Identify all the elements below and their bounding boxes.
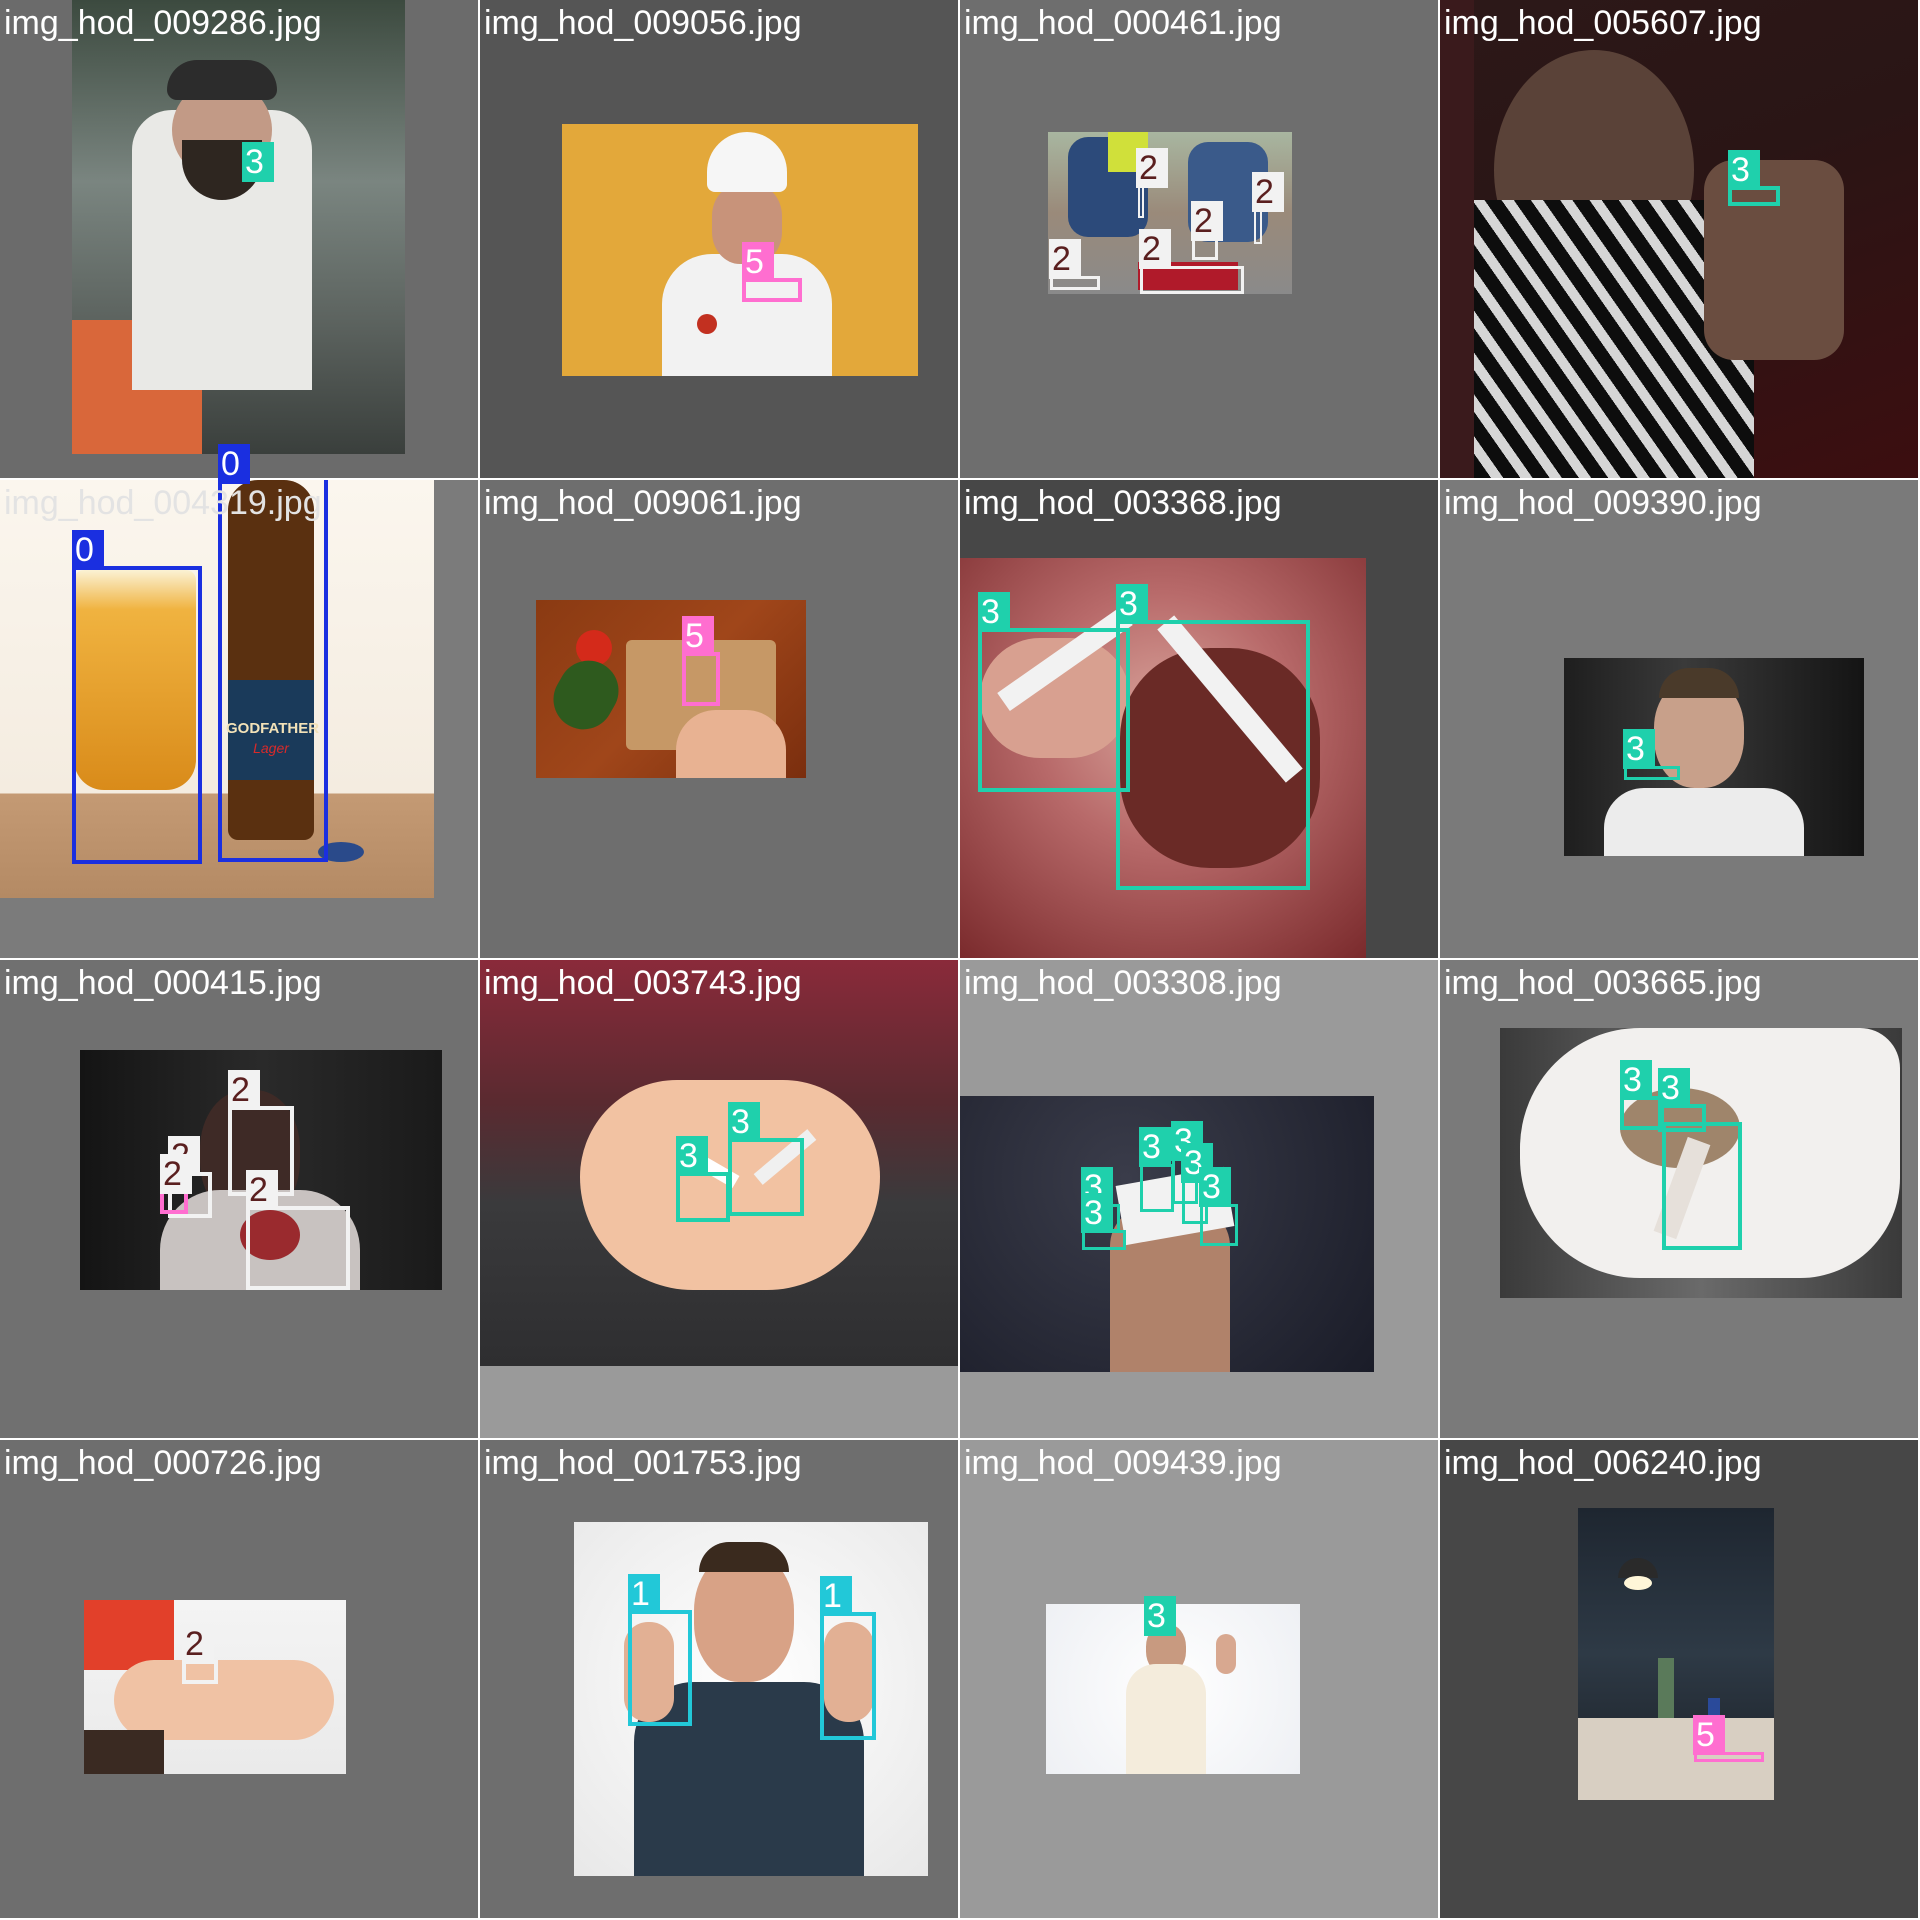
box-label: 2 [246, 1170, 278, 1210]
box-label: 5 [1693, 1715, 1725, 1755]
tile-image: GODFATHER Lager [0, 480, 434, 898]
tile-img-hod-003308[interactable]: 3 3 3 3 3 3 img_hod_003308.jpg [960, 960, 1438, 1438]
tile-filename: img_hod_003308.jpg [964, 964, 1282, 1002]
box-label: 5 [742, 242, 774, 282]
detection-box: 3 [728, 1102, 804, 1216]
tile-img-hod-005607[interactable]: 3 img_hod_005607.jpg [1440, 0, 1918, 478]
detection-box: 5 [1693, 1715, 1764, 1762]
box-label: 3 [1081, 1193, 1113, 1233]
detection-box: 2 [1191, 201, 1223, 260]
tile-img-hod-003743[interactable]: 3 3 img_hod_003743.jpg [480, 960, 958, 1438]
box-label: 2 [228, 1070, 260, 1110]
tile-image [562, 124, 918, 376]
detection-box: 3 [242, 142, 274, 182]
tile-filename: img_hod_000726.jpg [4, 1444, 322, 1482]
tile-image [536, 600, 806, 778]
detection-box: 3 [1623, 729, 1680, 780]
tile-image [84, 1600, 346, 1774]
box-label: 3 [728, 1102, 760, 1142]
box-label: 3 [1139, 1127, 1171, 1167]
detection-box: 3 [1728, 150, 1780, 206]
tile-img-hod-003665[interactable]: 3 3 3 img_hod_003665.jpg [1440, 960, 1918, 1438]
box-label: 2 [1139, 229, 1171, 269]
tile-filename: img_hod_003368.jpg [964, 484, 1282, 522]
detection-box: 5 [682, 616, 720, 706]
detection-box: 3 [676, 1136, 730, 1222]
box-label: 0 [72, 530, 104, 570]
tile-filename: img_hod_009439.jpg [964, 1444, 1282, 1482]
detection-box: 3 [1139, 1127, 1174, 1212]
box-label: 1 [820, 1576, 852, 1616]
detection-box: 2 [1252, 172, 1284, 244]
tile-img-hod-004319[interactable]: GODFATHER Lager 0 0 img_hod_004319.jpg [0, 444, 478, 958]
tile-filename: img_hod_003743.jpg [484, 964, 802, 1002]
box-label: 3 [1199, 1167, 1231, 1207]
box-label: 3 [1116, 584, 1148, 624]
tile-img-hod-009286[interactable]: 3 img_hod_009286.jpg [0, 0, 478, 478]
tile-img-hod-000461[interactable]: 2 2 2 2 2 img_hod_000461.jpg [960, 0, 1438, 478]
detection-box: 2 [246, 1170, 350, 1290]
detection-box: 1 [820, 1576, 876, 1740]
box-label: 3 [242, 142, 274, 182]
tile-filename: img_hod_003665.jpg [1444, 964, 1762, 1002]
tile-image [1564, 658, 1864, 856]
detection-box: 3 [1144, 1596, 1176, 1636]
tile-img-hod-009061[interactable]: 5 img_hod_009061.jpg [480, 480, 958, 958]
tile-img-hod-003368[interactable]: 3 3 img_hod_003368.jpg [960, 480, 1438, 958]
box-label: 2 [1049, 239, 1081, 279]
tile-image [480, 960, 958, 1366]
detection-box: 0 [72, 530, 202, 864]
tile-filename: img_hod_009390.jpg [1444, 484, 1762, 522]
detection-grid: 3 img_hod_009286.jpg 5 img_hod_009056.jp… [0, 0, 1920, 1920]
tile-filename: img_hod_006240.jpg [1444, 1444, 1762, 1482]
detection-box: 2 [182, 1624, 218, 1684]
tile-filename: img_hod_009286.jpg [4, 4, 322, 42]
detection-box: 3 [1199, 1167, 1238, 1246]
box-label: 3 [1623, 729, 1655, 769]
tile-img-hod-009056[interactable]: 5 img_hod_009056.jpg [480, 0, 958, 478]
detection-box: 5 [742, 242, 802, 302]
box-label: 1 [628, 1574, 660, 1614]
box-label: 2 [160, 1154, 192, 1194]
box-label: 2 [182, 1624, 214, 1664]
tile-img-hod-001753[interactable]: 1 1 img_hod_001753.jpg [480, 1440, 958, 1918]
box-label: 2 [1191, 201, 1223, 241]
detection-box: 2 [160, 1154, 192, 1214]
box-label: 2 [1252, 172, 1284, 212]
box-label: 3 [1728, 150, 1760, 190]
box-label: 5 [682, 616, 714, 656]
box-label: 3 [1144, 1596, 1176, 1636]
tile-img-hod-006240[interactable]: 5 img_hod_006240.jpg [1440, 1440, 1918, 1918]
box-label: 3 [1620, 1060, 1652, 1100]
tile-filename: img_hod_000461.jpg [964, 4, 1282, 42]
detection-box: 1 [628, 1574, 692, 1726]
tile-filename: img_hod_005607.jpg [1444, 4, 1762, 42]
tile-img-hod-000415[interactable]: 2 2 2 2 img_hod_000415.jpg [0, 960, 478, 1438]
detection-box: 0 [218, 444, 328, 862]
detection-box: 2 [1139, 229, 1244, 294]
detection-box: 3 [1662, 1122, 1742, 1250]
tile-filename: img_hod_001753.jpg [484, 1444, 802, 1482]
box-label: 0 [218, 444, 250, 484]
detection-box: 3 [1116, 584, 1310, 890]
detection-box: 2 [1136, 148, 1168, 218]
tile-img-hod-009390[interactable]: 3 img_hod_009390.jpg [1440, 480, 1918, 958]
tile-filename: img_hod_009061.jpg [484, 484, 802, 522]
detection-box: 3 [1081, 1193, 1126, 1250]
tile-filename: img_hod_004319.jpg [4, 484, 322, 522]
tile-img-hod-009439[interactable]: 3 img_hod_009439.jpg [960, 1440, 1438, 1918]
box-label: 2 [1136, 148, 1168, 188]
detection-box: 2 [1049, 239, 1100, 290]
tile-img-hod-000726[interactable]: 2 img_hod_000726.jpg [0, 1440, 478, 1918]
box-label: 3 [978, 592, 1010, 632]
tile-image [1474, 0, 1918, 478]
box-label: 3 [1658, 1068, 1690, 1108]
box-label: 3 [676, 1136, 708, 1176]
detection-box: 3 [978, 592, 1130, 792]
tile-filename: img_hod_000415.jpg [4, 964, 322, 1002]
tile-filename: img_hod_009056.jpg [484, 4, 802, 42]
tile-image [72, 0, 405, 454]
